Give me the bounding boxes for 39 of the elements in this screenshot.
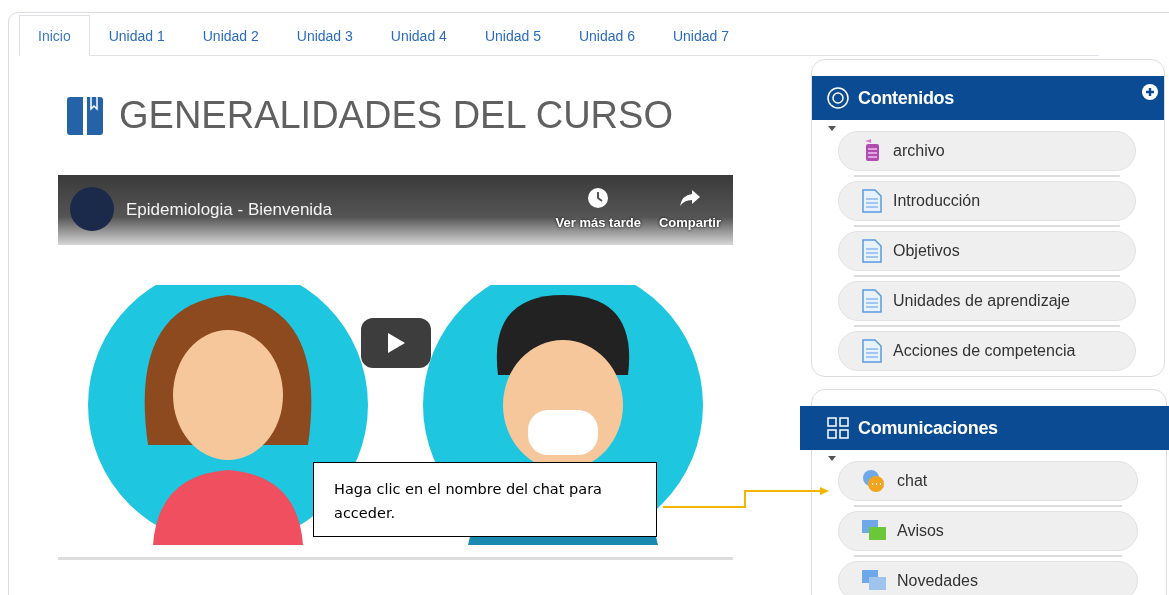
caret-icon[interactable]	[828, 126, 836, 131]
clock-icon	[587, 187, 610, 209]
forum-icon	[861, 519, 887, 543]
share-button[interactable]: Compartir	[658, 187, 721, 230]
document-icon	[861, 339, 883, 363]
add-icon[interactable]	[1142, 84, 1158, 100]
unit-tab[interactable]: Inicio	[19, 15, 90, 56]
activity-link[interactable]: archivo	[838, 131, 1136, 171]
unit-tab[interactable]: Unidad 2	[183, 15, 278, 56]
unit-tab[interactable]: Unidad 5	[465, 15, 560, 56]
activity-link[interactable]: Avisos	[838, 511, 1138, 551]
course-title: GENERALIDADES DEL CURSO	[119, 94, 673, 137]
play-button[interactable]	[361, 318, 431, 368]
unit-tab[interactable]: Unidad 6	[559, 15, 654, 56]
unit-tab[interactable]: Unidad 7	[653, 15, 748, 56]
people-icon	[826, 416, 850, 440]
document-icon	[861, 289, 883, 313]
block-title: Comunicaciones	[858, 417, 999, 439]
activity-link[interactable]: Introducción	[838, 181, 1136, 221]
activity-link[interactable]: Acciones de competencia	[838, 331, 1136, 371]
caret-icon[interactable]	[828, 456, 836, 461]
document-icon	[861, 189, 883, 213]
play-icon	[386, 332, 406, 354]
video-title[interactable]: Epidemiologia - Bienvenida	[126, 200, 544, 220]
unit-tab[interactable]: Unidad 3	[277, 15, 372, 56]
activity-link[interactable]: chat	[838, 461, 1138, 501]
block-title: Contenidos	[858, 87, 955, 109]
unit-tab[interactable]: Unidad 4	[371, 15, 466, 56]
instruction-callout: Haga clic en el nombre del chat para acceder.	[313, 462, 657, 537]
book-icon	[67, 96, 103, 135]
unit-tab[interactable]: Unidad 1	[89, 15, 184, 56]
document-icon	[861, 239, 883, 263]
activity-link[interactable]: Objetivos	[838, 231, 1136, 271]
channel-logo-icon	[70, 187, 114, 231]
forum-icon	[861, 569, 887, 593]
activity-link[interactable]: Unidades de aprendizaje	[838, 281, 1136, 321]
activity-link[interactable]: Novedades	[838, 561, 1138, 595]
watch-later-button[interactable]: Ver más tarde	[555, 187, 641, 230]
chat-bubbles-icon	[861, 469, 887, 493]
